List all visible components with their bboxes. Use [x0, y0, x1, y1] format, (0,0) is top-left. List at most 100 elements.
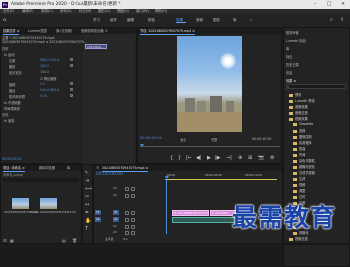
effects-tree-item[interactable]: 调整: [293, 188, 305, 193]
effects-tree-item[interactable]: 生成: [293, 176, 305, 181]
effects-tree-item[interactable]: 变换: [293, 128, 305, 133]
settings-icon[interactable]: ⚙: [270, 155, 274, 161]
effects-tree-item[interactable]: 图像控制: [293, 134, 312, 139]
position-value[interactable]: 960.0 540.0: [40, 58, 59, 62]
minimize-icon[interactable]: –: [308, 0, 322, 9]
effects-tree-item[interactable]: 沉浸式视频: [293, 170, 315, 175]
home-icon[interactable]: ⌂: [3, 14, 6, 27]
workspace-assembly[interactable]: 组件: [110, 14, 117, 27]
effects-tree-item[interactable]: Obsolete: [293, 122, 313, 126]
effects-tree-item[interactable]: 时间: [293, 152, 305, 157]
timeline-video-clip[interactable]: fx 20210605070947079.mp4: [172, 210, 209, 216]
lift-icon[interactable]: ⊕: [238, 155, 242, 161]
effects-tree-item[interactable]: 音频效果: [289, 104, 308, 109]
tab-info[interactable]: 信息: [286, 70, 292, 75]
effects-tree-item[interactable]: Lumetri 预设: [289, 98, 315, 103]
pen-tool-icon[interactable]: ✒: [85, 210, 89, 216]
type-tool-icon[interactable]: T: [85, 226, 88, 232]
workspace-color[interactable]: 颜色: [148, 14, 155, 27]
play-icon[interactable]: ▶: [207, 155, 211, 161]
project-thumbnail[interactable]: [12, 198, 29, 209]
effects-tree-item[interactable]: 视频: [293, 182, 305, 187]
slip-tool-icon[interactable]: ↔: [85, 202, 89, 208]
time-remap-effect[interactable]: 时间重映射: [4, 106, 20, 111]
export-frame-icon[interactable]: 📷: [258, 155, 264, 161]
workspace-audio[interactable]: 音频: [196, 14, 203, 27]
selection-tool-icon[interactable]: ↖: [85, 170, 89, 176]
project-search-input[interactable]: [3, 178, 79, 182]
eye-icon[interactable]: [131, 186, 135, 191]
effects-search-input[interactable]: [286, 84, 346, 89]
workspace-effects[interactable]: 效果: [176, 14, 183, 27]
effects-tree-item[interactable]: 实用程序: [293, 140, 312, 145]
anchor-value[interactable]: 540.0 960.0: [40, 88, 59, 92]
tab-effects[interactable]: 效果 ≡: [286, 78, 296, 83]
tab-effect-controls[interactable]: 效果控件 ≡: [3, 28, 20, 35]
tab-libraries[interactable]: 库: [286, 46, 289, 51]
mute-icon[interactable]: [125, 217, 129, 222]
uniform-scale-checkbox[interactable]: ☑ 等比缩放: [40, 76, 57, 81]
tab-lumetri-scopes[interactable]: Lumetri范围: [28, 28, 47, 34]
lock-icon[interactable]: [125, 193, 129, 198]
close-tab-icon[interactable]: ×: [96, 165, 99, 171]
eye-icon[interactable]: [131, 210, 135, 215]
workspace-more[interactable]: »: [250, 14, 252, 27]
effect-controls-timeline[interactable]: [83, 34, 135, 166]
new-item-icon[interactable]: ▤: [62, 238, 66, 243]
go-to-out-icon[interactable]: →|: [226, 155, 232, 161]
playhead-icon[interactable]: [140, 144, 144, 147]
keyframe-toggle-icon[interactable]: [70, 82, 73, 85]
workspace-editing[interactable]: 编辑: [127, 14, 134, 27]
tab-essential-sound[interactable]: 基本声音: [286, 30, 299, 35]
tab-project-libraries[interactable]: 库: [67, 165, 70, 171]
effects-tree-item[interactable]: 视频效果: [289, 116, 308, 121]
razor-tool-icon[interactable]: ✂: [85, 194, 89, 200]
track-header-a1[interactable]: A1 A1: [93, 217, 163, 222]
keyframe-toggle-icon[interactable]: [70, 88, 73, 91]
go-to-in-icon[interactable]: |←: [186, 155, 192, 161]
opacity-effect[interactable]: fx 不透明度: [4, 100, 21, 105]
track-select-tool-icon[interactable]: ⇥: [85, 178, 89, 184]
source-patch-v1[interactable]: V1: [95, 210, 101, 215]
keyframe-toggle-icon[interactable]: [70, 94, 73, 97]
track-header-v2[interactable]: V2: [93, 193, 163, 198]
effect-controls-timecode[interactable]: 00:00:00:00: [2, 157, 21, 161]
effect-controls-clip-bar[interactable]: 20210605...: [85, 44, 107, 49]
workspace-libraries[interactable]: 库: [233, 14, 237, 27]
fit-dropdown[interactable]: 适合: [179, 137, 188, 142]
tab-media-browser[interactable]: 媒体浏览器: [39, 165, 55, 171]
program-timecode-left[interactable]: 00:00:00:00: [140, 136, 162, 140]
mute-icon[interactable]: [125, 224, 129, 229]
tab-project[interactable]: 项目: 未命名 ≡: [3, 165, 25, 172]
extract-icon[interactable]: ⊞: [248, 155, 252, 161]
workspace-graphics[interactable]: 图形: [213, 14, 220, 27]
effects-tree-item[interactable]: 杂色与颗粒: [293, 158, 315, 163]
lock-icon[interactable]: [125, 186, 129, 191]
track-header-v1[interactable]: V1 V1: [93, 210, 163, 215]
keyframe-toggle-icon[interactable]: [70, 58, 73, 61]
icon-view-icon[interactable]: ▦: [10, 238, 14, 243]
ripple-edit-tool-icon[interactable]: ⟺: [85, 186, 92, 192]
hand-tool-icon[interactable]: ✋: [85, 218, 91, 224]
share-icon[interactable]: ⇪: [340, 14, 344, 27]
tab-program[interactable]: 节目: 20210605070947079.mp4 ≡: [140, 28, 195, 35]
effects-tree-item[interactable]: 音频过渡: [289, 110, 308, 115]
workspace-learn[interactable]: 学习: [93, 14, 100, 27]
sequence-clip-label[interactable]: 20210605070947079.mp4 ≡ 2021060507094707…: [2, 40, 87, 44]
resolution-dropdown[interactable]: 完整: [210, 137, 219, 142]
tab-markers[interactable]: 标记: [286, 54, 292, 59]
effects-tree-item[interactable]: 视频过渡: [289, 236, 308, 241]
project-thumbnail[interactable]: [40, 198, 57, 209]
program-scrubber[interactable]: [140, 146, 280, 147]
mute-icon[interactable]: [125, 230, 129, 235]
master-volume-value[interactable]: 0.0: [123, 237, 127, 242]
list-view-icon[interactable]: ☰: [3, 238, 7, 243]
timeline-timecode[interactable]: 00:00:00:00: [96, 172, 123, 177]
effects-tree-item[interactable]: 预设: [289, 92, 301, 97]
scale-value[interactable]: 100.0: [40, 64, 49, 68]
maximize-icon[interactable]: □: [322, 0, 336, 9]
volume-effect[interactable]: fx 音量: [4, 118, 14, 123]
flicker-value[interactable]: 0.00: [40, 94, 47, 98]
tab-sequence[interactable]: 20210605070947079.mp4 ≡: [102, 165, 149, 172]
eye-icon[interactable]: [131, 193, 135, 198]
